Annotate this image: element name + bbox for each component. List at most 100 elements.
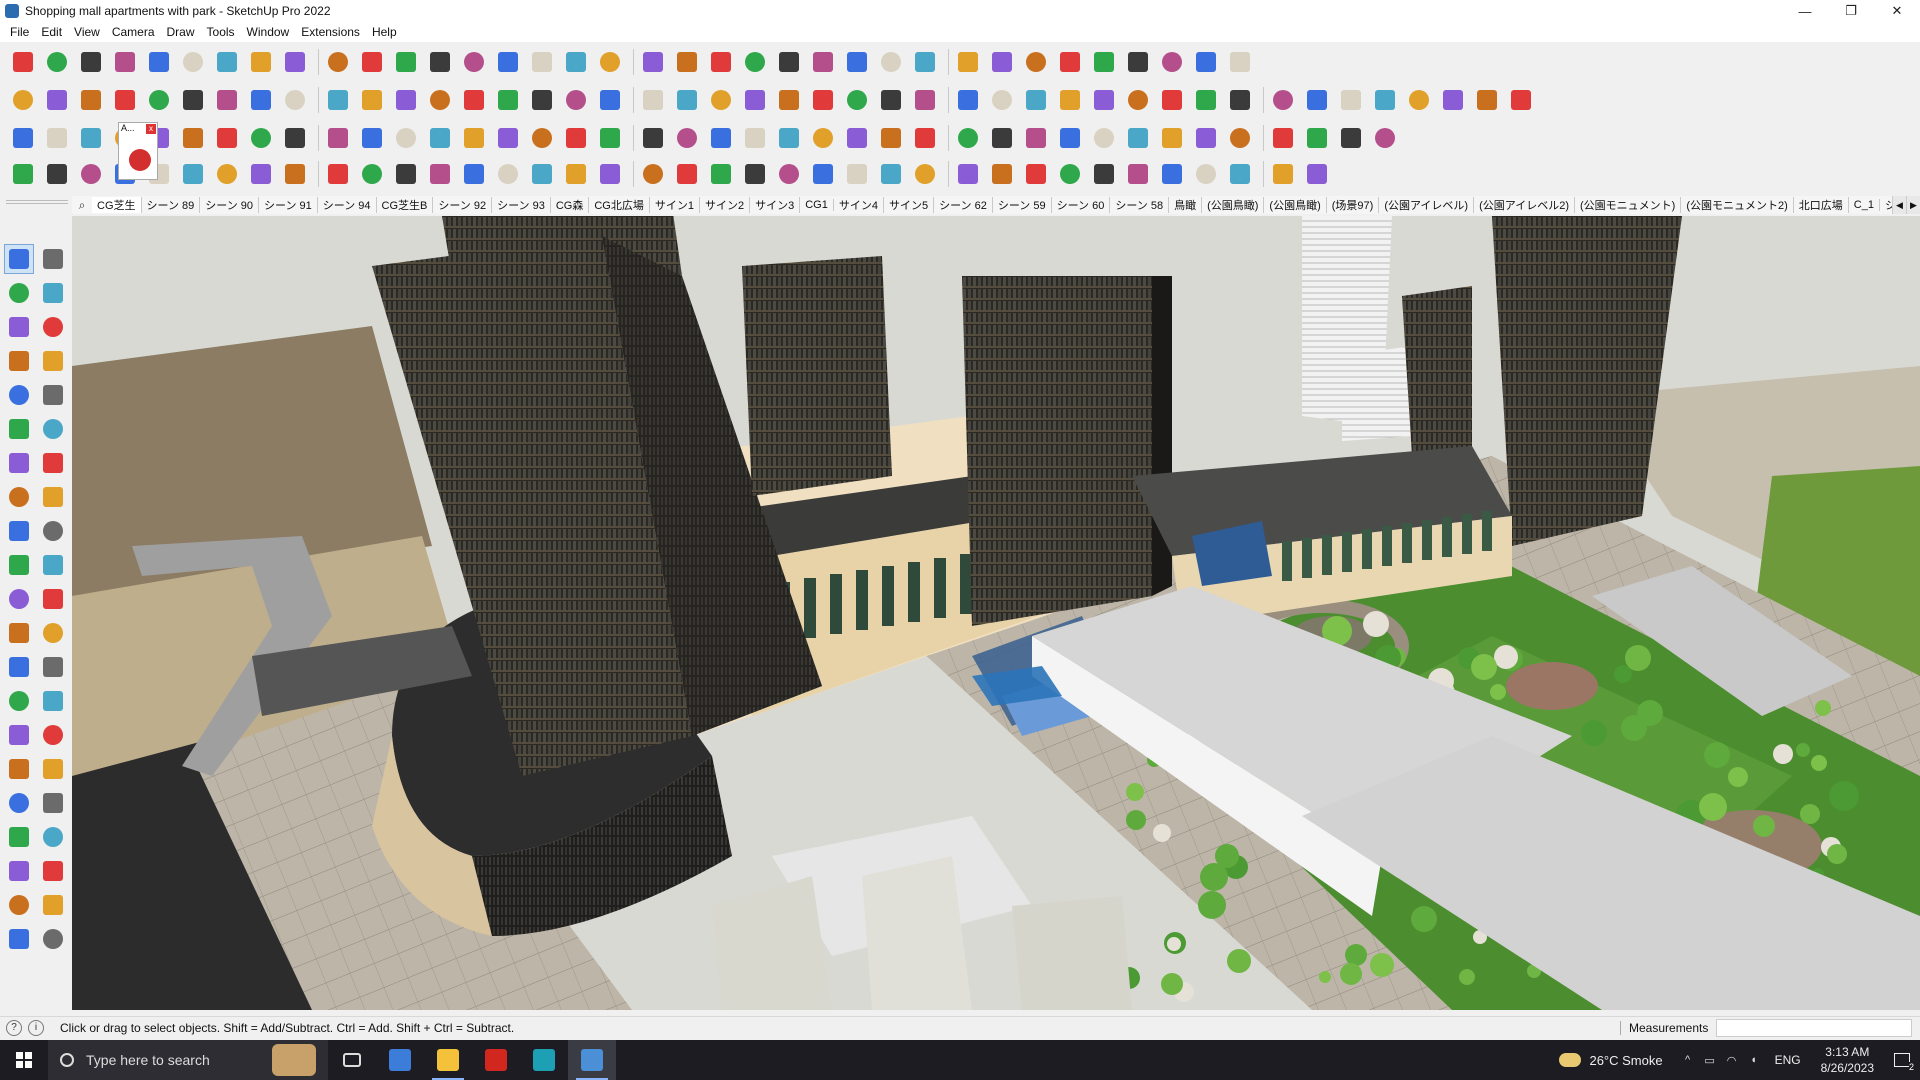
stamp-icon[interactable]	[638, 85, 668, 115]
drape-icon[interactable]	[1225, 85, 1255, 115]
calculator-icon[interactable]	[376, 1040, 424, 1080]
sandbox-icon[interactable]	[1438, 85, 1468, 115]
scale-icon[interactable]	[357, 47, 387, 77]
drape-icon[interactable]	[391, 85, 421, 115]
warehouse-icon[interactable]	[493, 85, 523, 115]
zoom-icon[interactable]	[4, 754, 34, 784]
text-icon[interactable]	[425, 47, 455, 77]
plugin-icon[interactable]	[1268, 123, 1298, 153]
3d-text-icon[interactable]	[38, 686, 68, 716]
loft-icon[interactable]	[212, 159, 242, 189]
sandbox-icon[interactable]	[595, 85, 625, 115]
tool-icon[interactable]	[561, 159, 591, 189]
scene-tab[interactable]: CG芝生	[92, 197, 142, 213]
shape-icon[interactable]	[527, 85, 557, 115]
weld-icon[interactable]	[493, 123, 523, 153]
move-icon[interactable]	[280, 47, 310, 77]
spline-icon[interactable]	[391, 159, 421, 189]
house-icon[interactable]	[740, 85, 770, 115]
menu-view[interactable]: View	[68, 25, 106, 39]
pencil-icon[interactable]	[110, 47, 140, 77]
info-icon[interactable]: i	[28, 1019, 44, 1036]
scene-tab[interactable]: シーン 90	[200, 197, 259, 213]
tool-icon[interactable]	[8, 159, 38, 189]
menu-extensions[interactable]: Extensions	[295, 25, 366, 39]
scene-tab[interactable]: (公園モニュメント2)	[1681, 197, 1794, 213]
task-view-icon[interactable]	[328, 1040, 376, 1080]
paint-icon[interactable]	[459, 47, 489, 77]
offset-icon[interactable]	[38, 584, 68, 614]
house-icon[interactable]	[178, 85, 208, 115]
curve-icon[interactable]	[178, 123, 208, 153]
spline-icon[interactable]	[953, 159, 983, 189]
menu-edit[interactable]: Edit	[35, 25, 68, 39]
search-icon[interactable]	[987, 47, 1017, 77]
3dsmax-icon[interactable]	[520, 1040, 568, 1080]
tool-icon[interactable]	[1123, 159, 1153, 189]
box-icon[interactable]	[842, 85, 872, 115]
curve-icon[interactable]	[323, 123, 353, 153]
scene-tab[interactable]: サイン3	[750, 197, 801, 213]
section-plane-icon[interactable]	[38, 856, 68, 886]
follow-me-icon[interactable]	[246, 47, 276, 77]
loft-icon[interactable]	[638, 159, 668, 189]
shape-icon[interactable]	[808, 85, 838, 115]
joint-icon[interactable]	[953, 123, 983, 153]
freehand-icon[interactable]	[38, 346, 68, 376]
plugin-icon[interactable]	[280, 123, 310, 153]
redo-icon[interactable]	[910, 47, 940, 77]
stamp-icon[interactable]	[910, 85, 940, 115]
curve-icon[interactable]	[1302, 123, 1332, 153]
eraser-icon[interactable]	[76, 47, 106, 77]
joint-icon[interactable]	[246, 123, 276, 153]
tool-icon[interactable]	[280, 159, 310, 189]
scene-tab[interactable]: シーン 89	[142, 197, 201, 213]
line-icon[interactable]	[459, 159, 489, 189]
scene-tab[interactable]: (场景97)	[1327, 197, 1380, 213]
shape-icon[interactable]	[246, 85, 276, 115]
language-indicator[interactable]: ENG	[1775, 1053, 1801, 1067]
joint-icon[interactable]	[1089, 123, 1119, 153]
scene-tab[interactable]: シーン 60	[1052, 197, 1111, 213]
zoom-extents-icon[interactable]	[4, 788, 34, 818]
zoom-extents-icon[interactable]	[595, 47, 625, 77]
scene-tab[interactable]: シーン 58	[1110, 197, 1170, 213]
loft-icon[interactable]	[910, 159, 940, 189]
line-icon[interactable]	[4, 346, 34, 376]
scene-prev-button[interactable]: ◀	[1892, 196, 1906, 214]
flip-icon[interactable]	[144, 85, 174, 115]
warehouse-icon[interactable]	[774, 85, 804, 115]
scene-tab[interactable]: サイン5	[884, 197, 935, 213]
measurements-input[interactable]	[1716, 1018, 1912, 1037]
shape-icon[interactable]	[1089, 85, 1119, 115]
scale-icon[interactable]	[4, 584, 34, 614]
notification-center-button[interactable]: 2	[1884, 1040, 1920, 1080]
section-icon[interactable]	[808, 47, 838, 77]
orbit-icon[interactable]	[493, 47, 523, 77]
warehouse-icon[interactable]	[212, 85, 242, 115]
move-icon[interactable]	[4, 516, 34, 546]
line-icon[interactable]	[1157, 159, 1187, 189]
rotate-icon[interactable]	[4, 550, 34, 580]
scene-tab[interactable]: サイン1	[650, 197, 700, 213]
joint-icon[interactable]	[808, 123, 838, 153]
acrobat-icon[interactable]	[472, 1040, 520, 1080]
line-icon[interactable]	[1021, 159, 1051, 189]
search-icon[interactable]	[8, 47, 38, 77]
paint-bucket-icon[interactable]	[4, 278, 34, 308]
scene-tab[interactable]: (公園鳥瞰)	[1202, 197, 1265, 213]
file-explorer-icon[interactable]	[424, 1040, 472, 1080]
layers-icon[interactable]	[672, 47, 702, 77]
minimize-button[interactable]: —	[1782, 0, 1828, 22]
circle-icon[interactable]	[4, 414, 34, 444]
volume-icon[interactable]: ◖	[1743, 1054, 1765, 1066]
shape-icon[interactable]	[1157, 47, 1187, 77]
sandbox-icon[interactable]	[38, 890, 68, 920]
scene-tab[interactable]: CG北広場	[589, 197, 650, 213]
drape-icon[interactable]	[1506, 85, 1536, 115]
tape-icon[interactable]	[4, 618, 34, 648]
menu-file[interactable]: File	[4, 25, 35, 39]
select-icon[interactable]	[42, 47, 72, 77]
curve-icon[interactable]	[1157, 123, 1187, 153]
spline-icon[interactable]	[672, 159, 702, 189]
